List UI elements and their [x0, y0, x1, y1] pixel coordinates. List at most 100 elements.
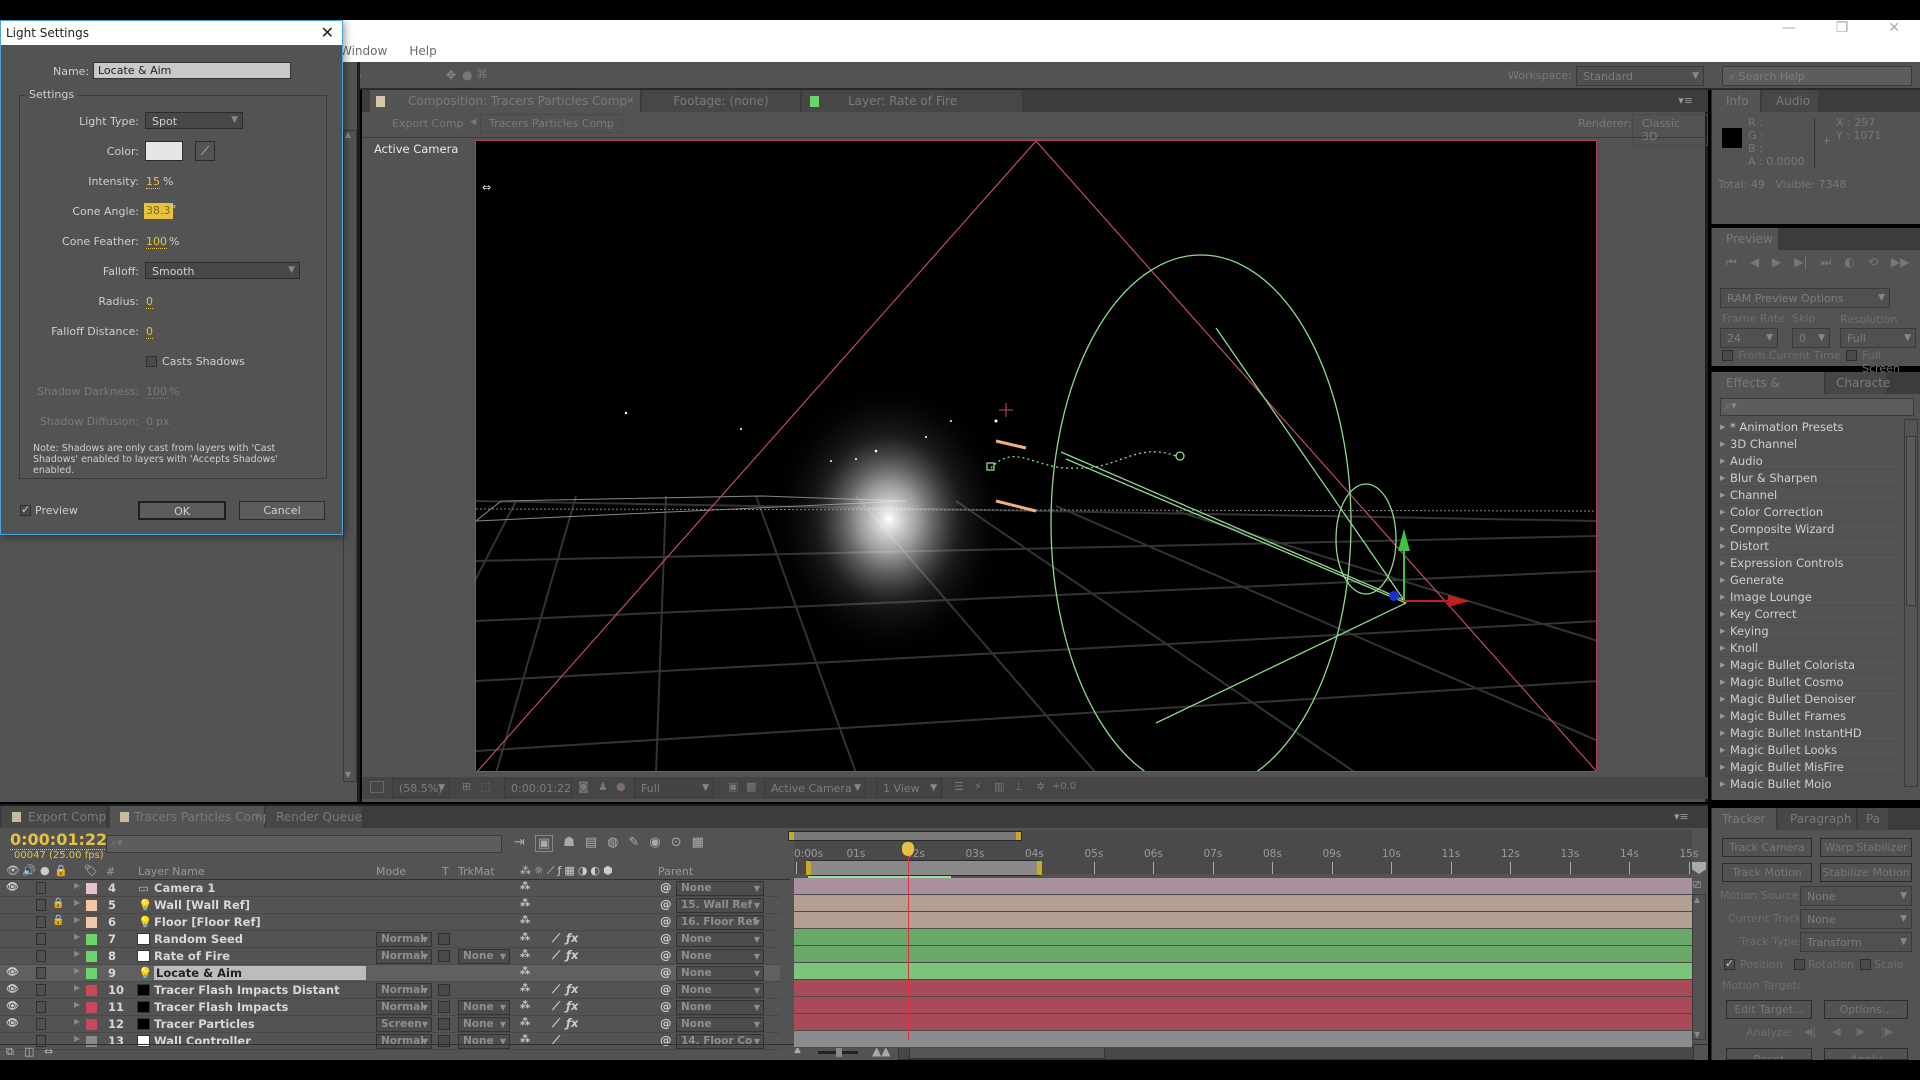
full-screen-checkbox[interactable] — [1846, 350, 1857, 361]
draft-3d-icon[interactable]: ▣ — [534, 835, 554, 852]
label-tag-icon[interactable]: 🏷 — [84, 864, 98, 877]
layer-duration-bar[interactable] — [794, 963, 1692, 980]
quality-switch-icon[interactable]: ⟋ — [552, 931, 560, 946]
current-time-display[interactable]: 0:00:01:22 — [504, 778, 572, 798]
effects-category-item[interactable]: Magic Bullet Denoiser — [1714, 691, 1900, 708]
solo-toggle[interactable] — [36, 950, 46, 962]
effects-category-item[interactable]: Magic Bullet Cosmo — [1714, 674, 1900, 691]
eye-off-icon[interactable] — [6, 916, 18, 928]
preserve-transparency-toggle[interactable] — [438, 984, 450, 996]
effects-scrollbar[interactable] — [1904, 419, 1918, 787]
region-of-interest-icon[interactable]: ▣ — [728, 780, 738, 793]
apply-button[interactable]: Apply — [1824, 1048, 1908, 1060]
transfer-controls-toggle-icon[interactable]: ◫ — [24, 1045, 34, 1058]
blend-mode-dropdown[interactable]: Normal ▼ — [376, 949, 432, 964]
effects-category-item[interactable]: Channel — [1714, 487, 1900, 504]
shy-switch-icon[interactable]: ⁂ — [520, 949, 530, 960]
effects-category-item[interactable]: Magic Bullet MisFire — [1714, 759, 1900, 776]
effects-search-input[interactable]: ⌕▾ — [1720, 398, 1914, 416]
effects-category-item[interactable]: Audio — [1714, 453, 1900, 470]
layer-row[interactable]: 👁 ▶ 4 ▭ Camera 1 ⁂ @ None ▼ — [0, 880, 780, 897]
layer-row[interactable]: 🔒 ▶ 5 💡 Wall [Wall Ref] ⁂ @15. Wall Ref ▼ — [0, 897, 780, 914]
layer-switches-toggle-icon[interactable]: ⧉ — [6, 1045, 14, 1059]
mask-toggle-icon[interactable]: ⬚ — [480, 780, 490, 793]
view-layout-dropdown[interactable]: 1 View ▼ — [876, 778, 942, 798]
expand-arrow-icon[interactable]: ▶ — [74, 1017, 80, 1026]
warp-stabilizer-button[interactable]: Warp Stabilizer — [1820, 838, 1912, 857]
pickwhip-icon[interactable]: @ — [660, 948, 672, 962]
tab-character[interactable]: Characte — [1826, 372, 1890, 394]
layer-name[interactable]: Tracer Flash Impacts Distant — [154, 983, 366, 997]
shy-switch-icon[interactable]: ⁂ — [520, 1017, 530, 1028]
label-color-swatch[interactable] — [86, 1019, 97, 1030]
effects-category-item[interactable]: Image Lounge — [1714, 589, 1900, 606]
effects-category-item[interactable]: Key Correct — [1714, 606, 1900, 623]
flowchart-icon[interactable]: ⊥ — [1014, 780, 1024, 793]
shy-switch-icon[interactable]: ⁂ — [520, 966, 530, 977]
analyze-forward-icon[interactable]: ▶ — [1857, 1025, 1865, 1038]
expand-arrow-icon[interactable]: ▶ — [74, 932, 80, 941]
play-icon[interactable]: ▶ — [1772, 255, 1781, 270]
label-color-swatch[interactable] — [86, 917, 97, 928]
eye-off-icon[interactable] — [6, 950, 18, 962]
track-matte-dropdown[interactable]: None ▼ — [458, 1017, 510, 1032]
menu-window[interactable]: Window — [340, 44, 387, 60]
options-button[interactable]: Options... — [1824, 1000, 1908, 1019]
frame-blending-icon[interactable]: ▤ — [585, 835, 597, 852]
zoom-slider-handle[interactable] — [836, 1047, 842, 1057]
minimize-button[interactable]: — — [1782, 20, 1796, 36]
shy-switch-icon[interactable]: ⁂ — [520, 915, 530, 926]
layer-duration-bar[interactable] — [794, 1014, 1692, 1031]
layer-name[interactable]: Rate of Fire — [154, 949, 366, 963]
label-color-swatch[interactable] — [86, 951, 97, 962]
color-swatch-button[interactable] — [145, 141, 183, 161]
work-area-bar[interactable] — [805, 860, 1042, 876]
analyze-backward-one-icon[interactable]: ◀| — [1804, 1025, 1816, 1038]
close-window-button[interactable]: ✕ — [1888, 20, 1900, 36]
layer-row[interactable]: 🔒 ▶ 6 💡 Floor [Floor Ref] ⁂ @16. Floor Ref ▼ — [0, 914, 780, 931]
pickwhip-icon[interactable]: @ — [660, 982, 672, 996]
effects-category-item[interactable]: * Animation Presets — [1714, 419, 1900, 436]
layer-duration-bar[interactable] — [794, 878, 1692, 895]
blend-mode-dropdown[interactable]: Normal ▼ — [376, 983, 432, 998]
axis-mode-icon[interactable]: ✥ — [446, 68, 456, 82]
solo-toggle[interactable] — [36, 916, 46, 928]
eye-icon[interactable]: 👁 — [6, 1018, 19, 1030]
solo-toggle[interactable] — [36, 967, 46, 979]
layer-name[interactable]: Wall [Wall Ref] — [154, 898, 366, 912]
timeline-scroll-thumb[interactable] — [909, 1047, 1105, 1059]
tab-tracker[interactable]: Tracker — [1712, 808, 1776, 830]
expand-arrow-icon[interactable]: ▶ — [74, 983, 80, 992]
close-tab-icon[interactable]: × — [626, 90, 634, 112]
solo-toggle[interactable] — [36, 899, 46, 911]
column-layer-name[interactable]: Layer Name — [138, 865, 205, 878]
current-timecode[interactable]: 0:00:01:22 — [10, 830, 108, 850]
layer-row[interactable]: 👁 ▶ 12 Tracer Particles Screen ▼ None ▼ ⁂ ⟋ ƒx @ Non… — [0, 1016, 780, 1033]
layer-row[interactable]: ▶ 8 Rate of Fire Normal ▼ None ▼ ⁂ ⟋ ƒx @ None ▼ — [0, 948, 780, 965]
quality-switch-icon[interactable]: ⟋ — [552, 982, 560, 997]
parent-dropdown[interactable]: None ▼ — [676, 881, 764, 896]
shy-switch-icon[interactable]: ⁂ — [520, 932, 530, 943]
eye-off-icon[interactable] — [6, 899, 18, 911]
skip-dropdown[interactable]: 0 ▼ — [1792, 328, 1830, 348]
pickwhip-icon[interactable]: @ — [660, 931, 672, 945]
scroll-up-icon[interactable]: ▲ — [345, 130, 351, 139]
tab-info[interactable]: Info — [1712, 90, 1760, 112]
blend-mode-dropdown[interactable]: Screen ▼ — [376, 1017, 432, 1032]
label-color-swatch[interactable] — [86, 968, 97, 979]
edit-target-button[interactable]: Edit Target... — [1726, 1000, 1812, 1019]
timeline-vertical-scrollbar[interactable]: ▲ ▼ — [1692, 894, 1706, 1040]
previous-frame-icon[interactable]: ◀ — [1750, 255, 1759, 270]
transparency-grid-icon[interactable]: ▩ — [746, 780, 756, 793]
lock-icon[interactable]: 🔒 — [52, 898, 64, 909]
parent-dropdown[interactable]: 15. Wall Ref ▼ — [676, 898, 764, 913]
label-color-swatch[interactable] — [86, 934, 97, 945]
stabilize-motion-button[interactable]: Stabilize Motion — [1820, 863, 1912, 882]
magnification-dropdown[interactable]: (58.5%) ▼ — [392, 778, 450, 798]
effects-category-item[interactable]: Expression Controls — [1714, 555, 1900, 572]
tab-paint[interactable]: Pa — [1858, 808, 1888, 830]
in-out-toggle-icon[interactable]: ⇔ — [44, 1045, 53, 1058]
eye-off-icon[interactable] — [6, 933, 18, 945]
timeline-icon[interactable]: ▥ — [994, 780, 1004, 793]
tab-audio[interactable]: Audio — [1762, 90, 1818, 112]
